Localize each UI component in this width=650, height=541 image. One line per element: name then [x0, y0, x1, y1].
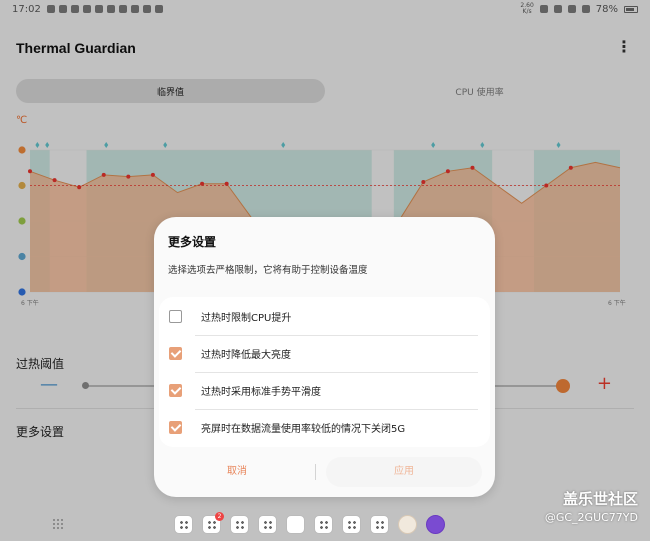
apps-grid-icon[interactable]: [52, 518, 64, 530]
option-limit-cpu[interactable]: 过热时限制CPU提升: [159, 298, 490, 335]
app-folder-icon[interactable]: [258, 515, 277, 534]
watermark: 盖乐世社区 @GC_2GUC77YD: [545, 488, 638, 524]
checkbox-standard-smoothness[interactable]: [169, 384, 182, 397]
button-separator: [315, 464, 316, 480]
checkbox-limit-cpu[interactable]: [169, 310, 182, 323]
game-app-icon[interactable]: [426, 515, 445, 534]
app-folder-icon[interactable]: [314, 515, 333, 534]
option-label: 过热时限制CPU提升: [201, 313, 292, 324]
option-reduce-brightness[interactable]: 过热时降低最大亮度: [159, 335, 490, 372]
watermark-line2: @GC_2GUC77YD: [544, 511, 638, 524]
app-folder-icon[interactable]: [370, 515, 389, 534]
apply-button[interactable]: 应用: [326, 457, 482, 487]
app-folder-icon[interactable]: [230, 515, 249, 534]
options-list: 过热时限制CPU提升 过热时降低最大亮度 过热时采用标准手势平滑度 亮屏时在数据…: [159, 297, 490, 447]
checkbox-reduce-brightness[interactable]: [169, 347, 182, 360]
option-disable-5g[interactable]: 亮屏时在数据流量使用率较低的情况下关闭5G: [159, 409, 490, 446]
more-settings-dialog: 更多设置 选择选项去严格限制，它将有助于控制设备温度 过热时限制CPU提升 过热…: [154, 217, 495, 497]
camera-icon[interactable]: [174, 515, 193, 534]
option-label: 过热时降低最大亮度: [201, 350, 291, 361]
checkbox-disable-5g[interactable]: [169, 421, 182, 434]
watermark-line1: 盖乐世社区: [562, 490, 638, 508]
app-folder-icon[interactable]: [342, 515, 361, 534]
dock: 2: [174, 512, 445, 534]
blank-app-icon[interactable]: [286, 515, 305, 534]
option-label: 亮屏时在数据流量使用率较低的情况下关闭5G: [201, 424, 406, 435]
notification-badge: 2: [215, 512, 224, 521]
dialog-title: 更多设置: [168, 235, 217, 249]
option-label: 过热时采用标准手势平滑度: [201, 387, 321, 398]
cat-app-icon[interactable]: [398, 515, 417, 534]
app-folder-icon[interactable]: 2: [202, 512, 224, 534]
dialog-message: 选择选项去严格限制，它将有助于控制设备温度: [168, 265, 368, 276]
option-standard-smoothness[interactable]: 过热时采用标准手势平滑度: [159, 372, 490, 409]
dialog-buttons: 取消 应用: [159, 453, 490, 491]
cancel-button[interactable]: 取消: [159, 457, 315, 487]
